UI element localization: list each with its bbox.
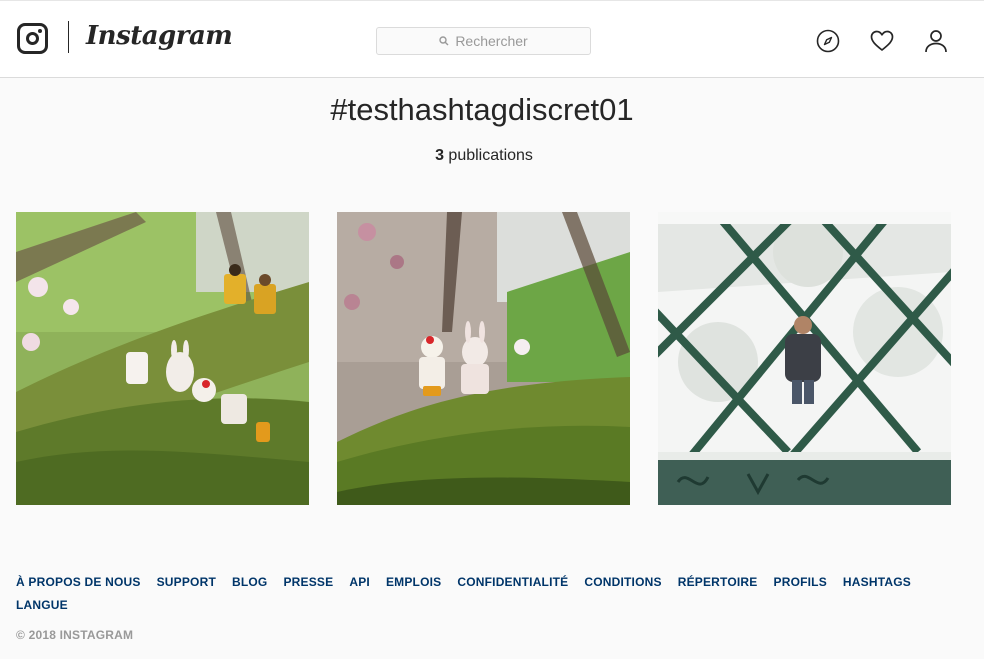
post-image-lego-chicken-bunny — [337, 212, 630, 505]
user-icon[interactable] — [924, 29, 948, 53]
post-thumbnail[interactable] — [658, 212, 951, 505]
footer-link-press[interactable]: PRESSE — [283, 575, 333, 589]
footer-link-blog[interactable]: BLOG — [232, 575, 267, 589]
heart-icon[interactable] — [870, 29, 894, 53]
search-input[interactable]: Rechercher — [376, 27, 591, 55]
search-placeholder: Rechercher — [455, 33, 528, 49]
footer-link-support[interactable]: SUPPORT — [157, 575, 216, 589]
footer-link-directory[interactable]: RÉPERTOIRE — [678, 575, 758, 589]
instagram-camera-icon[interactable] — [17, 23, 48, 54]
post-thumbnail[interactable] — [16, 212, 309, 505]
post-image-snow-fence — [658, 212, 951, 505]
footer-link-language[interactable]: LANGUE — [16, 598, 68, 612]
instagram-wordmark[interactable]: Instagram — [86, 21, 233, 51]
footer-link-terms[interactable]: CONDITIONS — [584, 575, 661, 589]
footer-link-hashtags[interactable]: HASHTAGS — [843, 575, 911, 589]
post-thumbnail[interactable] — [337, 212, 630, 505]
publication-count-number: 3 — [435, 147, 444, 164]
logo-divider — [68, 21, 69, 53]
footer-link-about[interactable]: À PROPOS DE NOUS — [16, 575, 141, 589]
footer-link-api[interactable]: API — [349, 575, 370, 589]
footer-link-privacy[interactable]: CONFIDENTIALITÉ — [457, 575, 568, 589]
search-icon — [439, 36, 449, 46]
post-image-lego-branch — [16, 212, 309, 505]
footer-link-jobs[interactable]: EMPLOIS — [386, 575, 441, 589]
top-navigation-bar: Instagram Rechercher — [0, 0, 984, 78]
publication-count-label: publications — [448, 147, 533, 164]
hashtag-title: #testhashtagdiscret01 — [330, 92, 634, 127]
footer-links: À PROPOS DE NOUS SUPPORT BLOG PRESSE API… — [16, 575, 916, 612]
compass-icon[interactable] — [816, 29, 840, 53]
publication-count: 3 publications — [0, 147, 968, 165]
footer-link-profiles[interactable]: PROFILS — [774, 575, 827, 589]
copyright-text: © 2018 INSTAGRAM — [16, 628, 134, 642]
